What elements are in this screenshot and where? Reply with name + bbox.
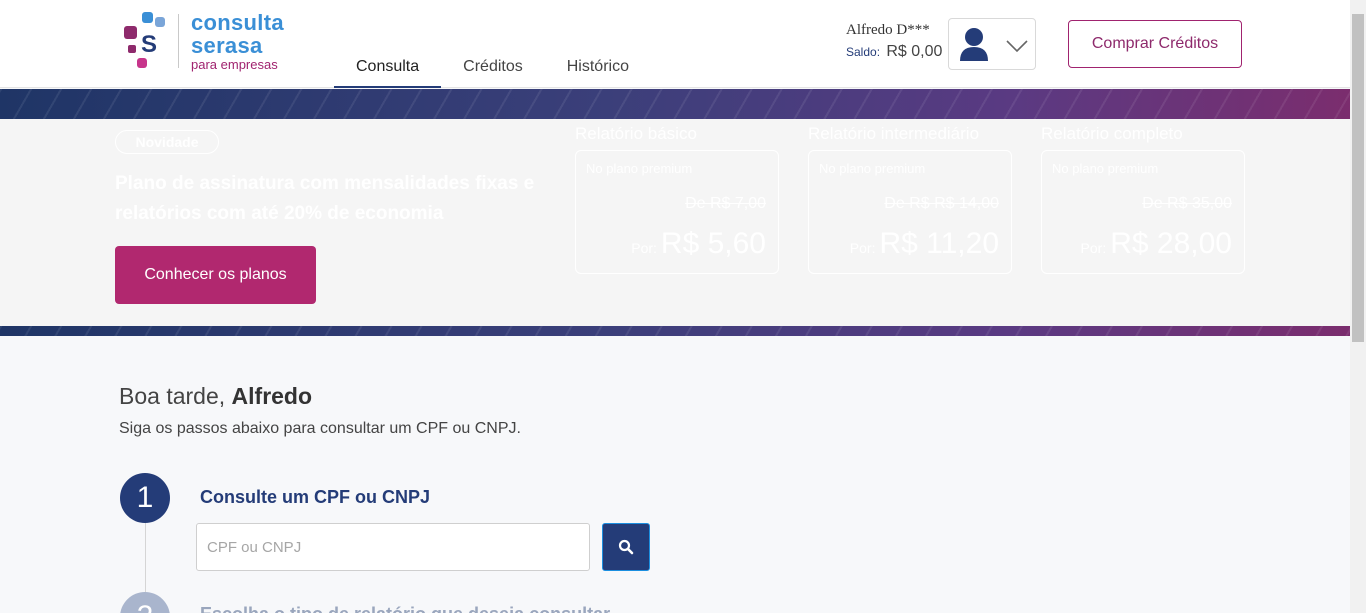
step-1-number: 1 [120,473,170,523]
search-button[interactable] [602,523,650,571]
logo-word-consulta: consulta [191,10,284,35]
plan-new-price-row: Por: R$ 28,00 [1081,227,1232,261]
plan-card-completo: Relatório completo No plano premium De R… [1041,124,1245,274]
consulta-serasa-logo[interactable]: S consulta serasa para empresas [122,12,292,72]
saldo-value: R$ 0,00 [886,43,943,60]
logo-word-serasa: serasa [191,33,263,58]
search-icon [618,539,634,555]
logo-word-para-empresas: para empresas [191,57,278,72]
plan-new-label: Por: [631,240,657,256]
plan-sub: No plano premium [1052,161,1159,176]
logo-mark-letter: S [141,31,157,58]
plan-title: Relatório completo [1041,124,1183,143]
banner-bottom-stripe [0,326,1350,336]
logo-divider [178,14,179,68]
user-menu-dropdown[interactable] [948,18,1036,70]
plan-sub: No plano premium [819,161,926,176]
novidade-badge: Novidade [115,130,219,154]
plan-card-intermediario: Relatório intermediário No plano premium… [808,124,1012,274]
step-2-number: 2 [120,592,170,613]
comprar-creditos-button[interactable]: Comprar Créditos [1068,20,1242,68]
step-1-title: Consulte um CPF ou CNPJ [200,487,431,507]
plan-new-price: R$ 28,00 [1110,227,1232,260]
plan-price-box: No plano premium De R$ 7,00 Por: R$ 5,60 [575,150,779,274]
serasa-logo-mark: S [124,12,165,68]
conhecer-planos-button[interactable]: Conhecer os planos [115,246,316,304]
promo-text: Plano de assinatura com mensalidades fix… [115,169,555,229]
plan-title: Relatório básico [575,124,697,143]
plan-card-basico: Relatório básico No plano premium De R$ … [575,124,779,274]
plan-new-label: Por: [1080,240,1107,256]
user-saldo: Saldo: R$ 0,00 [846,43,942,61]
plan-new-price-row: Por: R$ 5,60 [631,227,766,261]
plan-sub: No plano premium [586,161,693,176]
tab-creditos[interactable]: Créditos [441,48,545,88]
greeting-prefix: Boa tarde, [119,383,226,409]
promo-text-highlight: 20% de economia [283,203,444,224]
saldo-label: Saldo: [846,45,881,59]
tab-consulta[interactable]: Consulta [334,48,442,88]
user-avatar-icon [960,28,988,61]
logo-text: consulta serasa para empresas [191,10,284,72]
plan-new-label: Por: [849,240,876,256]
header: S consulta serasa para empresas Consulta… [0,0,1350,88]
plan-new-price: R$ 5,60 [660,227,766,260]
banner-top-stripe [0,89,1350,119]
plan-price-box: No plano premium De R$ 35,00 Por: R$ 28,0… [1041,150,1245,274]
cpf-cnpj-input[interactable] [196,523,590,571]
tab-historico[interactable]: Histórico [545,48,651,88]
promo-banner: Novidade Plano de assinatura com mensali… [0,119,1350,326]
plan-old-price: De R$ 7,00 [685,195,766,212]
plan-new-price: R$ 11,20 [879,227,999,260]
step-2-title: Escolha o tipo de relatório que deseja c… [200,604,610,613]
plan-old-price: De R$ R$ 14,00 [884,195,999,212]
user-info: Alfredo D*** Saldo: R$ 0,00 [846,22,942,61]
greeting: Boa tarde, Alfredo [119,383,312,410]
chevron-down-icon [1006,40,1028,53]
plan-title: Relatório intermediário [808,124,980,143]
plan-old-price: De R$ 35,00 [1142,195,1232,212]
user-name: Alfredo D*** [846,22,930,38]
main-nav: Consulta Créditos Histórico [334,48,651,88]
page-scrollbar[interactable] [1350,0,1366,613]
greeting-subtext: Siga os passos abaixo para consultar um … [119,420,521,437]
plan-new-price-row: Por: R$ 11,20 [850,227,999,261]
scrollbar-thumb[interactable] [1352,14,1364,342]
greeting-name: Alfredo [231,383,313,409]
plan-price-box: No plano premium De R$ R$ 14,00 Por: R$ 1… [808,150,1012,274]
